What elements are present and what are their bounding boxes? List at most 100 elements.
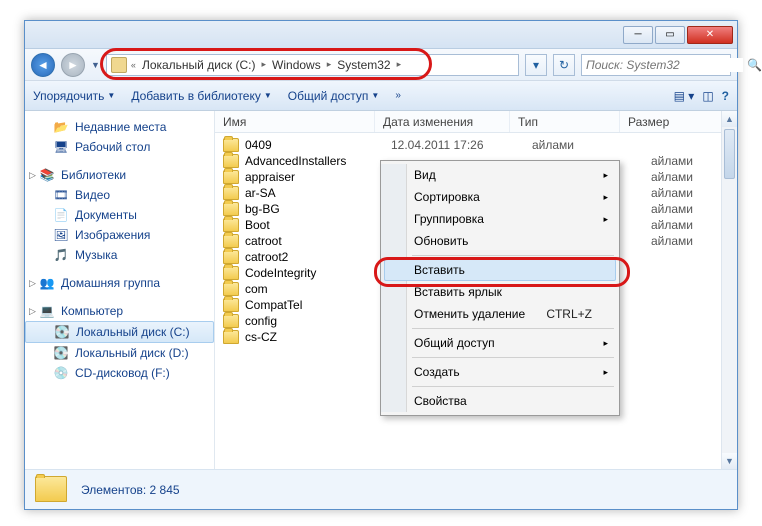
ctx-paste-shortcut[interactable]: Вставить ярлык bbox=[384, 281, 616, 303]
addr-seg-system32[interactable]: System32 bbox=[335, 58, 392, 72]
minimize-button[interactable]: ─ bbox=[623, 26, 653, 44]
scroll-down-button[interactable]: ▼ bbox=[722, 453, 737, 469]
chevron-right-icon[interactable]: ▸ bbox=[327, 59, 332, 70]
nav-pane: 📂Недавние места 🖥Рабочий стол ▷📚Библиоте… bbox=[25, 111, 215, 469]
titlebar: ─ ▭ ✕ bbox=[25, 21, 737, 49]
organize-label: Упорядочить bbox=[33, 89, 104, 103]
folder-icon bbox=[223, 234, 239, 248]
sidebar-disk-c[interactable]: 💽Локальный диск (C:) bbox=[25, 321, 214, 343]
addr-dropdown[interactable]: ▾ bbox=[525, 54, 547, 76]
folder-icon bbox=[223, 186, 239, 200]
col-date[interactable]: Дата изменения bbox=[375, 111, 510, 132]
vertical-scrollbar[interactable]: ▲ ▼ bbox=[721, 111, 737, 469]
ctx-separator bbox=[412, 386, 614, 387]
ctx-label: Группировка bbox=[414, 212, 484, 226]
preview-pane-button[interactable]: ◫ bbox=[702, 89, 713, 103]
ctx-share[interactable]: Общий доступ▸ bbox=[384, 332, 616, 354]
search-input[interactable] bbox=[586, 58, 743, 72]
add-to-library-menu[interactable]: Добавить в библиотеку▼ bbox=[131, 89, 271, 103]
ctx-separator bbox=[412, 328, 614, 329]
search-icon: 🔍 bbox=[747, 58, 762, 72]
ctx-label: Обновить bbox=[414, 234, 468, 248]
refresh-button[interactable]: ↻ bbox=[553, 54, 575, 76]
sidebar-item-label: Локальный диск (D:) bbox=[75, 346, 189, 360]
file-row[interactable]: 040912.04.2011 17:26айлами bbox=[215, 137, 737, 153]
sidebar-videos[interactable]: 🎞Видео bbox=[25, 185, 214, 205]
homegroup-icon: 👥 bbox=[39, 275, 55, 291]
drive-icon: 💽 bbox=[53, 345, 69, 361]
sidebar-music[interactable]: 🎵Музыка bbox=[25, 245, 214, 265]
ctx-group[interactable]: Группировка▸ bbox=[384, 208, 616, 230]
file-name: config bbox=[245, 314, 385, 328]
sidebar-libraries[interactable]: ▷📚 Библиотеки bbox=[25, 165, 214, 185]
col-name[interactable]: Имя bbox=[215, 111, 375, 132]
col-size[interactable]: Размер bbox=[620, 111, 737, 132]
folder-icon bbox=[223, 202, 239, 216]
drive-icon: 💽 bbox=[54, 324, 70, 340]
computer-icon: 💻 bbox=[39, 303, 55, 319]
file-name: Boot bbox=[245, 218, 385, 232]
folder-icon bbox=[223, 154, 239, 168]
sidebar-disk-d[interactable]: 💽 Локальный диск (D:) bbox=[25, 343, 214, 363]
file-name: CompatTel bbox=[245, 298, 385, 312]
ctx-properties[interactable]: Свойства bbox=[384, 390, 616, 412]
ctx-shortcut: CTRL+Z bbox=[546, 307, 592, 321]
library-icon: 📚 bbox=[39, 167, 55, 183]
col-type[interactable]: Тип bbox=[510, 111, 620, 132]
file-name: 0409 bbox=[245, 138, 385, 152]
expand-icon[interactable]: ▷ bbox=[27, 170, 38, 181]
addr-root-arrow[interactable]: « bbox=[131, 60, 136, 70]
ctx-refresh[interactable]: Обновить bbox=[384, 230, 616, 252]
drive-icon bbox=[111, 57, 127, 73]
share-menu[interactable]: Общий доступ▼ bbox=[288, 89, 380, 103]
column-headers: Имя Дата изменения Тип Размер bbox=[215, 111, 737, 133]
sidebar-item-label: Домашняя группа bbox=[61, 276, 160, 290]
sidebar-item-label: Библиотеки bbox=[61, 168, 126, 182]
chevron-right-icon[interactable]: ▸ bbox=[397, 59, 402, 70]
help-button[interactable]: ? bbox=[722, 89, 729, 103]
ctx-undo[interactable]: Отменить удалениеCTRL+Z bbox=[384, 303, 616, 325]
sidebar-recent[interactable]: 📂Недавние места bbox=[25, 117, 214, 137]
back-button[interactable]: ◄ bbox=[31, 53, 55, 77]
folder-icon bbox=[223, 330, 239, 344]
ctx-new[interactable]: Создать▸ bbox=[384, 361, 616, 383]
expand-icon[interactable]: ▷ bbox=[27, 306, 38, 317]
file-name: ar-SA bbox=[245, 186, 385, 200]
addr-seg-windows[interactable]: Windows bbox=[270, 58, 323, 72]
ctx-paste[interactable]: Вставить bbox=[384, 259, 616, 281]
file-name: AdvancedInstallers bbox=[245, 154, 385, 168]
sidebar-item-label: Рабочий стол bbox=[75, 140, 150, 154]
address-bar[interactable]: « Локальный диск (C:) ▸ Windows ▸ System… bbox=[106, 54, 519, 76]
sidebar-cd-f[interactable]: 💿CD-дисковод (F:) bbox=[25, 363, 214, 383]
sidebar-documents[interactable]: 📄Документы bbox=[25, 205, 214, 225]
sidebar-homegroup[interactable]: ▷👥 Домашняя группа bbox=[25, 273, 214, 293]
expand-icon[interactable]: ▷ bbox=[27, 278, 38, 289]
overflow-chevron[interactable]: » bbox=[395, 90, 401, 101]
folder-icon bbox=[223, 250, 239, 264]
maximize-button[interactable]: ▭ bbox=[655, 26, 685, 44]
file-name: CodeIntegrity bbox=[245, 266, 385, 280]
sidebar-computer[interactable]: ▷💻Компьютер bbox=[25, 301, 214, 321]
sidebar-desktop[interactable]: 🖥Рабочий стол bbox=[25, 137, 214, 157]
sidebar-pictures[interactable]: 🖼Изображения bbox=[25, 225, 214, 245]
ctx-sort[interactable]: Сортировка▸ bbox=[384, 186, 616, 208]
addr-seg-drive[interactable]: Локальный диск (C:) bbox=[140, 58, 258, 72]
view-mode-button[interactable]: ▤ ▾ bbox=[674, 89, 695, 103]
chevron-right-icon[interactable]: ▸ bbox=[262, 59, 267, 70]
context-menu: Вид▸ Сортировка▸ Группировка▸ Обновить В… bbox=[380, 160, 620, 416]
ctx-view[interactable]: Вид▸ bbox=[384, 164, 616, 186]
scroll-up-button[interactable]: ▲ bbox=[722, 111, 737, 127]
ctx-separator bbox=[412, 255, 614, 256]
scroll-thumb[interactable] bbox=[724, 129, 735, 179]
close-button[interactable]: ✕ bbox=[687, 26, 733, 44]
ctx-label: Вставить ярлык bbox=[414, 285, 502, 299]
organize-menu[interactable]: Упорядочить▼ bbox=[33, 89, 115, 103]
folder-icon bbox=[35, 476, 67, 504]
forward-button[interactable]: ► bbox=[61, 53, 85, 77]
chevron-down-icon: ▼ bbox=[264, 91, 272, 100]
video-icon: 🎞 bbox=[53, 187, 69, 203]
command-bar: Упорядочить▼ Добавить в библиотеку▼ Общи… bbox=[25, 81, 737, 111]
history-dropdown[interactable]: ▼ bbox=[91, 60, 100, 70]
ctx-label: Свойства bbox=[414, 394, 467, 408]
search-box[interactable]: 🔍 bbox=[581, 54, 731, 76]
